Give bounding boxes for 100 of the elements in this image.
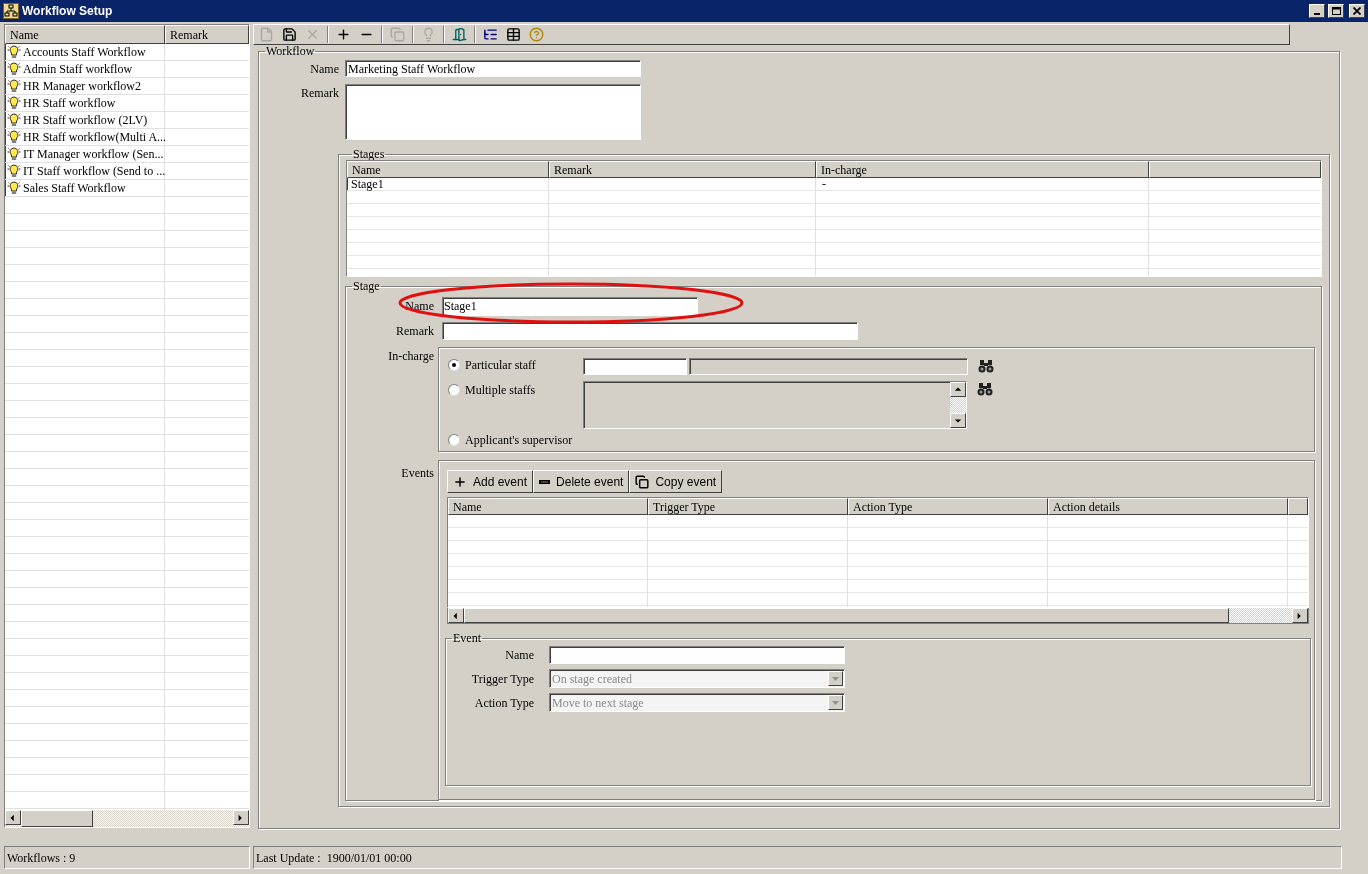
scroll-right-button[interactable] bbox=[233, 810, 249, 825]
table-cell: - bbox=[816, 178, 1149, 190]
event-name-field[interactable] bbox=[549, 645, 845, 664]
workflow-row[interactable]: HR Staff workflow(Multi A... bbox=[5, 129, 249, 146]
field-label: Name bbox=[404, 298, 434, 315]
workflow-row[interactable]: Admin Staff workflow bbox=[5, 61, 249, 78]
group-title: Stage bbox=[352, 280, 381, 292]
workflow-row[interactable]: IT Manager workflow (Sen... bbox=[5, 146, 249, 163]
workflow-row[interactable]: IT Staff workflow (Send to ... bbox=[5, 163, 249, 180]
table-cell: Stage1 bbox=[347, 178, 549, 190]
list-icon bbox=[483, 27, 498, 42]
workflow-row[interactable]: HR Staff workflow (2LV) bbox=[5, 112, 249, 129]
triangle-left-icon bbox=[452, 610, 460, 621]
close-button[interactable] bbox=[1349, 4, 1365, 18]
radio-button[interactable] bbox=[448, 384, 460, 396]
vertical-scrollbar[interactable] bbox=[950, 382, 966, 428]
stage-remark-field[interactable] bbox=[442, 322, 858, 340]
group-title: Stages bbox=[352, 148, 386, 160]
workflow-row[interactable]: Accounts Staff Workflow bbox=[5, 44, 249, 61]
close-icon bbox=[305, 27, 320, 42]
column-header[interactable]: Action details bbox=[1048, 498, 1288, 515]
lightbulb-icon bbox=[7, 164, 21, 178]
save-icon bbox=[282, 27, 297, 42]
event-button[interactable]: Copy event bbox=[629, 470, 723, 493]
workflow-name: Accounts Staff Workflow bbox=[23, 44, 146, 61]
workflow-name: Admin Staff workflow bbox=[23, 61, 133, 78]
maximize-icon bbox=[1331, 7, 1341, 15]
radio-button[interactable] bbox=[448, 359, 460, 371]
column-header[interactable]: Remark bbox=[549, 161, 816, 178]
lightbulb-icon bbox=[421, 27, 436, 42]
lightbulb-icon bbox=[7, 79, 21, 93]
radio-option[interactable]: Applicant's supervisor bbox=[448, 432, 583, 448]
column-header[interactable] bbox=[1149, 161, 1321, 178]
lightbulb-icon bbox=[7, 181, 21, 195]
scroll-up-button[interactable] bbox=[950, 382, 966, 397]
workflow-name: IT Manager workflow (Sen... bbox=[23, 146, 164, 163]
scroll-down-button[interactable] bbox=[950, 413, 966, 428]
field-label: Events bbox=[400, 465, 434, 482]
maximize-button[interactable] bbox=[1328, 4, 1344, 18]
group-title: Workflow bbox=[265, 45, 316, 57]
field-label: Remark bbox=[300, 85, 339, 102]
scroll-left-button[interactable] bbox=[448, 608, 464, 623]
field-label: Action Type bbox=[473, 694, 534, 712]
workflow-row[interactable]: HR Staff workflow bbox=[5, 95, 249, 112]
field-label: In-charge bbox=[387, 348, 434, 365]
scroll-right-button[interactable] bbox=[1292, 608, 1308, 623]
column-header[interactable]: Name bbox=[5, 25, 165, 44]
name-field[interactable]: Marketing Staff Workflow bbox=[345, 60, 641, 77]
scroll-left-button[interactable] bbox=[5, 810, 21, 825]
window-title: Workflow Setup bbox=[22, 3, 113, 20]
triangle-left-icon bbox=[9, 812, 17, 823]
workflow-name: HR Staff workflow(Multi A... bbox=[23, 129, 167, 146]
lightbulb-icon bbox=[7, 130, 21, 144]
file-icon bbox=[259, 27, 274, 42]
group-title: Event bbox=[452, 632, 482, 644]
minimize-icon bbox=[1314, 13, 1320, 15]
workflow-name: Sales Staff Workflow bbox=[23, 180, 126, 197]
app-icon bbox=[3, 3, 19, 19]
binoculars-icon bbox=[977, 382, 993, 396]
staff-code-field[interactable] bbox=[583, 357, 687, 375]
workflow-name: HR Manager workflow2 bbox=[23, 78, 141, 95]
copy-icon bbox=[390, 27, 405, 42]
event-button[interactable]: Add event bbox=[447, 470, 534, 493]
lightbulb-icon bbox=[7, 62, 21, 76]
field-label: Name bbox=[309, 60, 339, 78]
lightbulb-icon bbox=[7, 147, 21, 161]
column-header[interactable]: Name bbox=[448, 498, 648, 515]
radio-button[interactable] bbox=[448, 434, 460, 446]
column-header[interactable]: Remark bbox=[165, 25, 249, 44]
horizontal-scrollbar[interactable] bbox=[447, 608, 1309, 624]
scroll-thumb[interactable] bbox=[464, 608, 1229, 623]
plus-icon bbox=[336, 27, 351, 42]
workflow-name: HR Staff workflow bbox=[23, 95, 116, 112]
remark-field[interactable] bbox=[345, 84, 641, 140]
stage-name-field[interactable]: Stage1 bbox=[442, 296, 698, 316]
workflow-name: IT Staff workflow (Send to ... bbox=[23, 163, 166, 180]
radio-option[interactable]: Particular staff bbox=[448, 357, 583, 373]
help-icon bbox=[529, 27, 544, 42]
close-icon bbox=[1353, 7, 1361, 15]
column-header[interactable]: Name bbox=[347, 161, 549, 178]
copy-icon bbox=[635, 474, 650, 489]
plus-icon bbox=[453, 474, 467, 489]
workflow-name: HR Staff workflow (2LV) bbox=[23, 112, 148, 129]
field-label: Name bbox=[504, 646, 534, 664]
workflow-row[interactable]: HR Manager workflow2 bbox=[5, 78, 249, 95]
column-header[interactable]: Action Type bbox=[848, 498, 1048, 515]
status-text: Last Update : 1900/01/01 00:00 bbox=[253, 846, 1342, 869]
minus-icon bbox=[539, 479, 551, 484]
radio-option[interactable]: Multiple staffs bbox=[448, 382, 583, 398]
table-icon bbox=[506, 27, 521, 42]
column-header[interactable]: Trigger Type bbox=[648, 498, 848, 515]
scroll-thumb[interactable] bbox=[21, 810, 93, 827]
event-button[interactable]: Delete event bbox=[533, 470, 630, 493]
column-header[interactable] bbox=[1288, 498, 1308, 515]
column-header[interactable]: In-charge bbox=[816, 161, 1149, 178]
minimize-button[interactable] bbox=[1309, 4, 1325, 18]
field-label: Remark bbox=[395, 323, 434, 340]
horizontal-scrollbar[interactable] bbox=[5, 810, 249, 827]
field-label: Trigger Type bbox=[470, 670, 534, 688]
door-icon bbox=[452, 27, 467, 42]
